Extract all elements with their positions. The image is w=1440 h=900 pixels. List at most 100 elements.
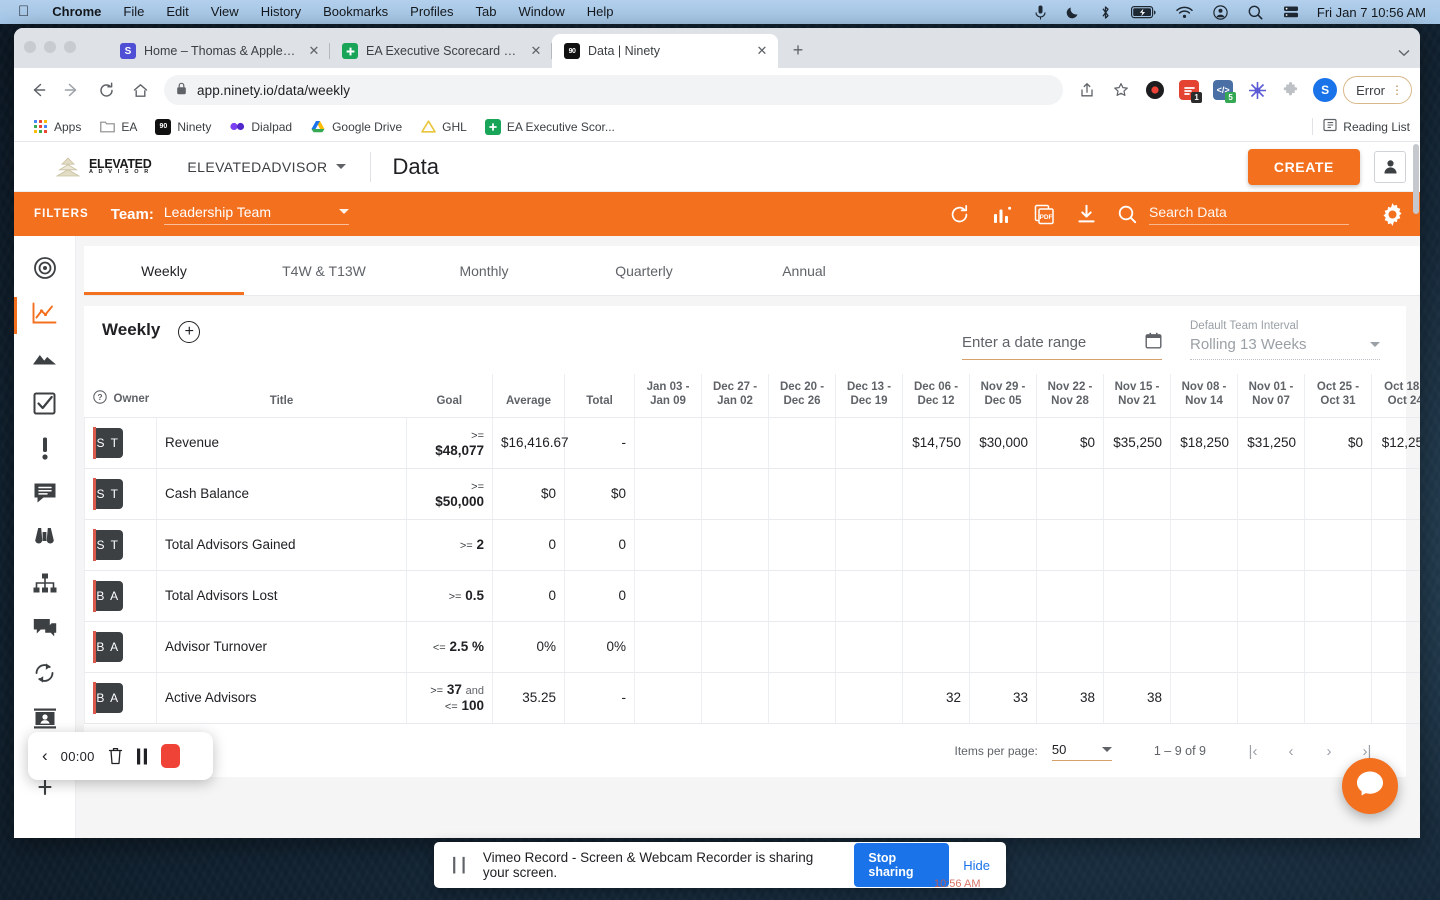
menubar-clock[interactable]: Fri Jan 7 10:56 AM	[1309, 5, 1432, 20]
bookmark-dialpad[interactable]: Dialpad	[221, 116, 300, 138]
row-week-cell-5[interactable]	[902, 468, 970, 520]
row-week-cell-1[interactable]	[634, 672, 702, 724]
kebab-menu-icon[interactable]: ⋮	[1391, 84, 1403, 96]
microphone-icon[interactable]	[1025, 5, 1056, 20]
tab-quarterly[interactable]: Quarterly	[564, 246, 724, 295]
recorder-collapse-button[interactable]: ‹	[42, 746, 48, 766]
row-week-cell-9[interactable]: $18,250	[1170, 417, 1238, 469]
row-week-cell-7[interactable]	[1036, 621, 1104, 673]
wifi-icon[interactable]	[1166, 6, 1203, 19]
avatar[interactable]: S T	[93, 478, 123, 509]
row-week-cell-8[interactable]	[1103, 468, 1171, 520]
row-week-cell-6[interactable]	[969, 621, 1037, 673]
chart-icon[interactable]	[992, 205, 1012, 224]
chrome-error-menu[interactable]: Error ⋮	[1343, 76, 1412, 104]
row-week-cell-11[interactable]	[1304, 570, 1372, 622]
row-week-cell-1[interactable]	[634, 417, 702, 469]
sidebar-item-meetings[interactable]	[14, 473, 76, 518]
row-week-cell-6[interactable]: $30,000	[969, 417, 1037, 469]
reload-button[interactable]	[90, 74, 122, 106]
browser-tab-2[interactable]: EA Executive Scorecard - Goo ✕	[330, 34, 552, 68]
bookmark-star-icon[interactable]	[1105, 74, 1137, 106]
row-week-cell-3[interactable]	[768, 468, 836, 520]
plus-circle-icon[interactable]: +	[178, 321, 201, 343]
puzzle-extension-icon[interactable]	[1275, 74, 1307, 106]
row-week-cell-3[interactable]	[768, 621, 836, 673]
tab-3-close-icon[interactable]: ✕	[754, 43, 770, 59]
row-week-cell-4[interactable]	[835, 519, 903, 571]
row-week-cell-1[interactable]	[634, 570, 702, 622]
row-week-cell-6[interactable]: 33	[969, 672, 1037, 724]
table-row[interactable]: S T Total Advisors Gained >= 200	[84, 519, 1420, 571]
row-title-cell[interactable]: Cash Balance	[156, 468, 407, 520]
tab-1-close-icon[interactable]: ✕	[306, 43, 322, 59]
record-extension-icon[interactable]	[1139, 74, 1171, 106]
row-week-cell-4[interactable]	[835, 468, 903, 520]
bookmark-ghl[interactable]: GHL	[412, 116, 475, 138]
help-icon[interactable]: ?	[92, 390, 107, 408]
row-title-cell[interactable]: Active Advisors	[156, 672, 407, 724]
bluetooth-icon[interactable]	[1090, 5, 1121, 20]
row-week-cell-10[interactable]	[1237, 621, 1305, 673]
minimize-window-button[interactable]	[44, 41, 56, 53]
row-week-cell-8[interactable]	[1103, 570, 1171, 622]
row-owner-cell[interactable]: B A	[84, 621, 157, 673]
avatar[interactable]: S T	[93, 427, 123, 458]
spotlight-search-icon[interactable]	[1238, 5, 1273, 20]
tab-list-chevron-icon[interactable]	[1398, 46, 1410, 60]
apple-logo-icon[interactable]: 	[8, 2, 41, 22]
address-bar[interactable]: app.ninety.io/data/weekly	[164, 75, 1064, 105]
todoist-extension-icon[interactable]: 1	[1173, 74, 1205, 106]
row-week-cell-4[interactable]	[835, 570, 903, 622]
row-week-cell-3[interactable]	[768, 570, 836, 622]
sidebar-item-todos[interactable]	[14, 383, 76, 428]
row-week-cell-7[interactable]	[1036, 570, 1104, 622]
bookmark-ninety[interactable]: 90 Ninety	[147, 116, 219, 138]
row-week-cell-10[interactable]	[1237, 672, 1305, 724]
row-week-cell-6[interactable]	[969, 519, 1037, 571]
avatar[interactable]: B A	[93, 682, 123, 713]
back-button[interactable]	[22, 74, 54, 106]
column-header-week-8[interactable]: Nov 15 - Nov 21	[1103, 374, 1171, 418]
sidebar-item-process[interactable]	[14, 653, 76, 698]
control-center-user-icon[interactable]	[1203, 4, 1238, 20]
column-header-week-7[interactable]: Nov 22 - Nov 28	[1036, 374, 1104, 418]
row-week-cell-11[interactable]: $0	[1304, 417, 1372, 469]
column-header-week-1[interactable]: Jan 03 - Jan 09	[634, 374, 702, 418]
pause-bars-icon[interactable]: ┃┃	[450, 857, 469, 874]
menu-help[interactable]: Help	[576, 0, 625, 24]
prev-page-button[interactable]: ‹	[1272, 743, 1310, 760]
row-week-cell-2[interactable]	[701, 417, 769, 469]
bookmark-ea-folder[interactable]: EA	[91, 116, 145, 138]
table-row[interactable]: S T Cash Balance >= $50,000 $0 $0	[84, 468, 1420, 520]
column-header-average[interactable]: Average	[492, 374, 565, 418]
row-week-cell-7[interactable]: 38	[1036, 672, 1104, 724]
bookmark-ea-executive-scorecard[interactable]: EA Executive Scor...	[477, 116, 623, 138]
row-week-cell-7[interactable]	[1036, 519, 1104, 571]
row-week-cell-8[interactable]: $35,250	[1103, 417, 1171, 469]
sidebar-item-rocks[interactable]	[14, 248, 76, 293]
intercom-launcher-button[interactable]	[1342, 758, 1398, 814]
table-row[interactable]: S T Revenue >= $48,077 $16,416.67- $14,750 $30…	[84, 417, 1420, 469]
row-owner-cell[interactable]: B A	[84, 570, 157, 622]
code-extension-icon[interactable]: </> 5	[1207, 74, 1239, 106]
avatar[interactable]: B A	[93, 631, 123, 662]
menu-edit[interactable]: Edit	[155, 0, 199, 24]
row-title-cell[interactable]: Revenue	[156, 417, 407, 469]
search-icon[interactable]	[1118, 205, 1137, 224]
row-week-cell-11[interactable]	[1304, 621, 1372, 673]
row-week-cell-10[interactable]	[1237, 468, 1305, 520]
column-header-owner[interactable]: ? Owner	[84, 374, 157, 418]
page-scrollbar-thumb[interactable]	[1413, 144, 1419, 214]
menu-chrome[interactable]: Chrome	[41, 0, 112, 24]
column-header-week-9[interactable]: Nov 08 - Nov 14	[1170, 374, 1238, 418]
row-week-cell-9[interactable]	[1170, 468, 1238, 520]
row-week-cell-2[interactable]	[701, 672, 769, 724]
battery-charging-icon[interactable]	[1121, 5, 1166, 19]
row-title-cell[interactable]: Total Advisors Lost	[156, 570, 407, 622]
row-week-cell-5[interactable]	[902, 621, 970, 673]
gear-icon[interactable]	[1381, 202, 1404, 226]
row-week-cell-11[interactable]	[1304, 519, 1372, 571]
user-avatar-button[interactable]	[1374, 150, 1406, 183]
column-header-week-10[interactable]: Nov 01 - Nov 07	[1237, 374, 1305, 418]
